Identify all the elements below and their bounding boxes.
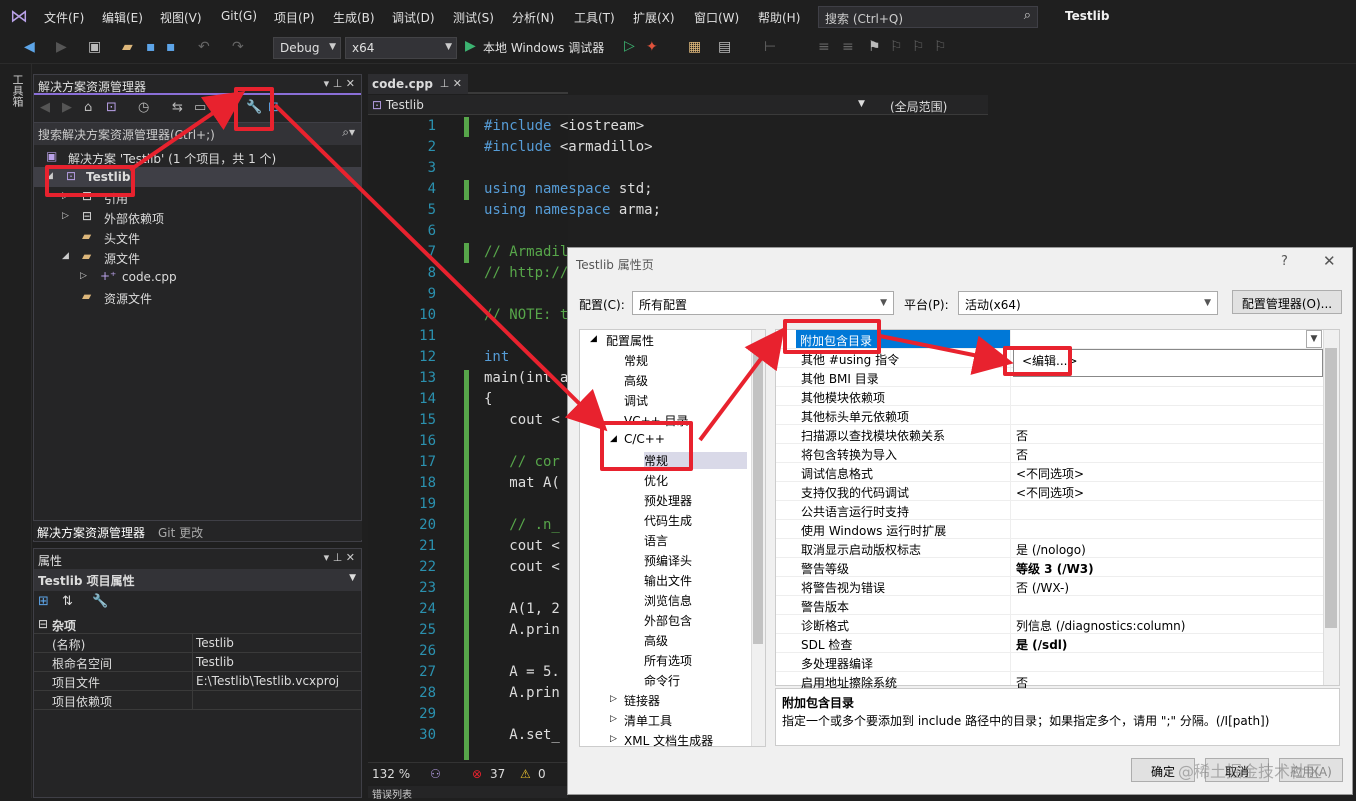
- arrow: [698, 327, 785, 442]
- arrow: [128, 90, 246, 172]
- arrow: [273, 103, 608, 432]
- annotation-arrows: [128, 90, 1014, 442]
- arrow: [879, 334, 1014, 375]
